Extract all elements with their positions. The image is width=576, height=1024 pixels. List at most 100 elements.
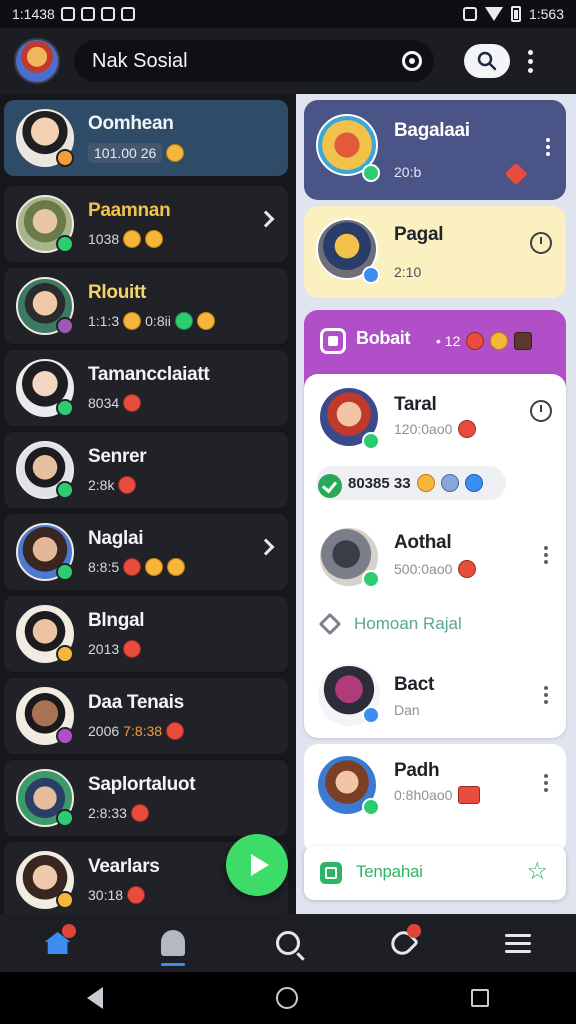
chat-item[interactable]: Tamancclaiatt 8034 — [4, 350, 288, 426]
target-icon[interactable] — [402, 51, 422, 71]
status-clock: 1:563 — [528, 6, 564, 22]
play-button[interactable] — [226, 834, 288, 896]
status-badge — [56, 481, 74, 499]
app-screen: 1:1438 1:563 Nak Sosial Oomhean 101.00 2… — [0, 0, 576, 1024]
fire-emoji-icon — [123, 394, 142, 412]
chat-meta: 1038 — [88, 230, 170, 248]
profile-avatar[interactable] — [14, 38, 60, 84]
member-menu-button[interactable] — [544, 686, 549, 704]
home-circle-icon[interactable] — [275, 987, 298, 1009]
chat-text: Tamancclaiatt 8034 — [88, 364, 210, 412]
status-badge — [56, 809, 74, 827]
status-badge — [56, 891, 74, 909]
avatar — [16, 195, 74, 253]
chat-item[interactable]: Blngal 2013 — [4, 596, 288, 672]
nav-home[interactable] — [30, 918, 86, 968]
nav-menu[interactable] — [490, 918, 546, 968]
chevron-right-icon[interactable] — [257, 538, 275, 556]
chat-name: Naglai — [88, 528, 144, 549]
dot — [544, 546, 548, 550]
chat-text: Oomhean 101.00 26 — [88, 113, 185, 163]
status-badge — [56, 727, 74, 745]
dot — [528, 67, 533, 73]
status-badge — [56, 317, 74, 335]
avatar — [16, 359, 74, 417]
highlight-card[interactable]: Pagal 2:10 — [304, 206, 566, 298]
notification-icon — [60, 7, 75, 21]
overflow-menu-button[interactable] — [528, 49, 534, 73]
box-emoji-icon — [514, 332, 533, 350]
chat-item[interactable]: Rlouitt 1:1:3 0:8ii — [4, 268, 288, 344]
member-meta: Dan — [394, 702, 420, 718]
dot — [544, 553, 548, 557]
chat-time: 8:8:5 — [88, 559, 120, 575]
play-icon — [250, 854, 269, 876]
chat-time: 30:18 — [88, 887, 124, 903]
search-icon — [275, 931, 300, 955]
status-pill[interactable]: 80385 33 — [316, 466, 506, 500]
nav-notifications[interactable] — [145, 918, 201, 968]
chat-item[interactable]: Paamnan 1038 — [4, 186, 288, 262]
status-badge — [362, 266, 380, 284]
avatar — [16, 441, 74, 499]
card-meta: 20:b — [394, 164, 422, 180]
card-menu-button[interactable] — [546, 138, 551, 156]
section-meta: • 12 — [436, 332, 533, 350]
chat-name: Paamnan — [88, 200, 171, 221]
clock-icon[interactable] — [530, 232, 552, 254]
clock-icon[interactable] — [530, 400, 552, 422]
chat-name: Tamancclaiatt — [88, 364, 210, 385]
fire-emoji-icon — [123, 640, 142, 658]
status-bar: 1:1438 1:563 — [0, 0, 576, 28]
shield-emoji-icon — [464, 474, 483, 492]
smile-emoji-icon — [490, 332, 509, 350]
search-button[interactable] — [464, 44, 510, 78]
title-bar[interactable]: Nak Sosial — [74, 40, 434, 82]
status-badge — [56, 235, 74, 253]
chat-text: Vearlars 30:18 — [88, 856, 160, 904]
member-menu-button[interactable] — [544, 546, 549, 564]
heart-icon[interactable] — [504, 162, 528, 186]
chat-item[interactable]: Oomhean 101.00 26 — [4, 100, 288, 176]
link-text[interactable]: Homoan Rajal — [354, 614, 462, 634]
chat-meta: 30:18 — [88, 886, 160, 904]
star-icon[interactable]: ☆ — [526, 860, 548, 884]
section-title: Bobait — [356, 328, 411, 348]
dot — [544, 686, 548, 690]
member-card[interactable]: Padh 0:8h0ao0 — [304, 744, 566, 854]
chat-name: Rlouitt — [88, 282, 147, 303]
recents-icon[interactable] — [471, 989, 490, 1007]
member-name: Padh — [394, 760, 440, 781]
chat-item[interactable]: Senrer 2:8k — [4, 432, 288, 508]
footer-action-card[interactable]: Tenpahai ☆ — [304, 846, 566, 900]
avatar — [16, 277, 74, 335]
chat-item[interactable]: Naglai 8:8:5 — [4, 514, 288, 590]
status-left: 1:1438 — [12, 6, 135, 22]
pencil-emoji-icon — [416, 474, 435, 492]
section-count: • 12 — [436, 333, 461, 349]
feature-card[interactable]: Bagalaai 20:b — [304, 100, 566, 200]
app-title: Nak Sosial — [92, 49, 188, 72]
chat-item[interactable]: Daa Tenais 2006 7:8:38 — [4, 678, 288, 754]
check-icon — [318, 474, 342, 498]
chat-time: 2:8:33 — [88, 805, 127, 821]
fire-emoji-icon — [458, 420, 477, 438]
chat-list[interactable]: Oomhean 101.00 26 Paamnan 1038 Rlouitt 1… — [0, 94, 294, 914]
menu-icon — [505, 933, 532, 953]
smile-emoji-icon — [123, 230, 142, 248]
chat-meta: 1:1:3 0:8ii — [88, 312, 215, 330]
back-icon[interactable] — [86, 987, 103, 1009]
bottom-navigation — [0, 914, 576, 972]
nav-favorites[interactable] — [375, 918, 431, 968]
chat-item[interactable]: Saplortaluot 2:8:33 — [4, 760, 288, 836]
nav-search[interactable] — [260, 918, 316, 968]
detail-panel[interactable]: Bagalaai 20:b Pagal 2:10 Bobait • 12 Tar… — [296, 94, 576, 914]
chevron-right-icon[interactable] — [257, 210, 275, 228]
member-menu-button[interactable] — [544, 774, 549, 792]
avatar — [16, 523, 74, 581]
square-icon — [320, 862, 342, 884]
chat-meta: 8:8:5 — [88, 558, 186, 576]
shield-icon — [120, 7, 135, 21]
chat-name: Blngal — [88, 610, 145, 631]
smile-emoji-icon — [167, 558, 186, 576]
